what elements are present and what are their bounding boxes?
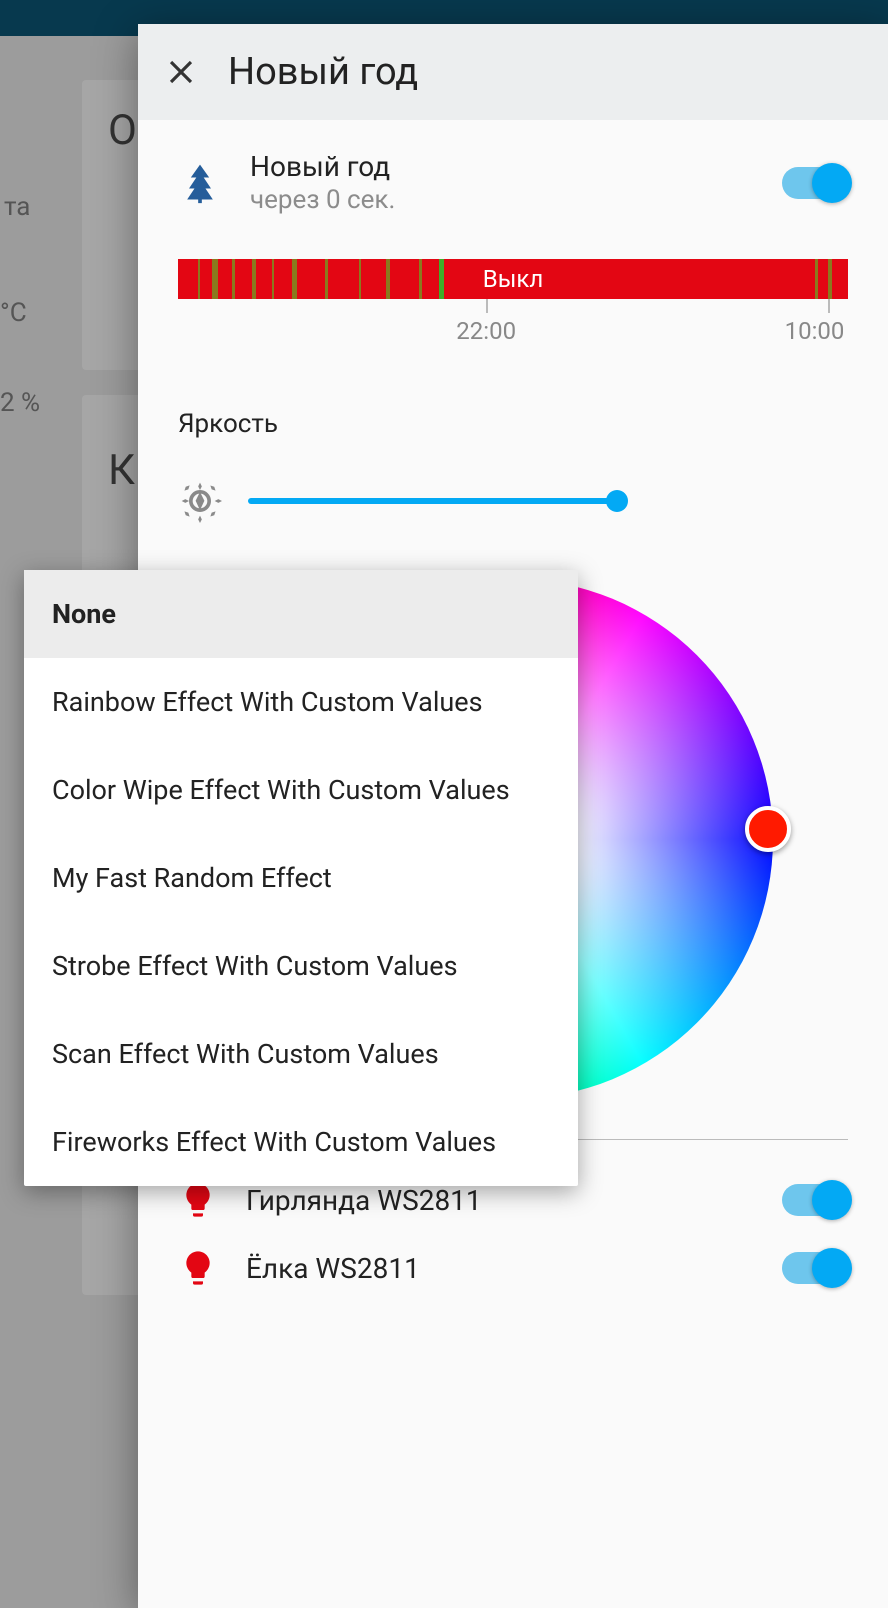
- device-toggle[interactable]: [782, 1184, 848, 1216]
- effect-option[interactable]: Strobe Effect With Custom Values: [24, 922, 578, 1010]
- bg-text: °C: [0, 298, 27, 328]
- bg-heading: К: [108, 446, 136, 495]
- device-name: Гирлянда WS2811: [246, 1184, 754, 1217]
- dialog-header: Новый год: [138, 24, 888, 120]
- power-toggle[interactable]: [782, 167, 848, 199]
- bg-text: та: [4, 192, 30, 222]
- timeline-state-label: Выкл: [483, 265, 543, 293]
- close-icon[interactable]: [162, 53, 200, 91]
- entity-subtext: через 0 сек.: [250, 185, 754, 215]
- pine-tree-icon: [178, 161, 222, 205]
- color-handle[interactable]: [745, 806, 791, 852]
- history-timeline[interactable]: Выкл 22:00 10:00: [178, 259, 848, 349]
- effect-option[interactable]: My Fast Random Effect: [24, 834, 578, 922]
- timeline-tick: 22:00: [456, 317, 516, 345]
- effect-option[interactable]: None: [24, 570, 578, 658]
- effect-option[interactable]: Color Wipe Effect With Custom Values: [24, 746, 578, 834]
- brightness-icon: [178, 479, 222, 523]
- lightbulb-icon: [178, 1180, 218, 1220]
- device-toggle[interactable]: [782, 1252, 848, 1284]
- effect-option[interactable]: Scan Effect With Custom Values: [24, 1010, 578, 1098]
- effect-option[interactable]: Rainbow Effect With Custom Values: [24, 658, 578, 746]
- brightness-label: Яркость: [178, 409, 848, 439]
- effect-dropdown: None Rainbow Effect With Custom Values C…: [24, 570, 578, 1186]
- brightness-slider[interactable]: [248, 498, 618, 504]
- effect-option[interactable]: Fireworks Effect With Custom Values: [24, 1098, 578, 1186]
- bg-heading: О: [108, 106, 138, 155]
- device-row: Ёлка WS2811: [178, 1234, 848, 1302]
- lightbulb-icon: [178, 1248, 218, 1288]
- dialog-title: Новый год: [228, 50, 418, 94]
- entity-row: Новый год через 0 сек.: [178, 150, 848, 215]
- device-name: Ёлка WS2811: [246, 1252, 754, 1285]
- entity-name: Новый год: [250, 150, 754, 183]
- bg-text: 2 %: [0, 388, 40, 418]
- timeline-tick: 10:00: [785, 317, 845, 345]
